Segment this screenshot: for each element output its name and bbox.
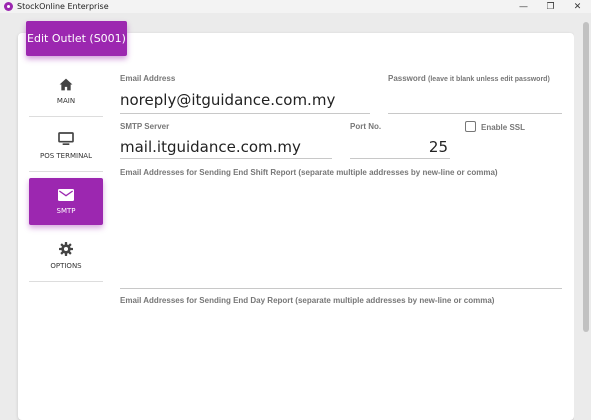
app-logo-icon — [4, 2, 13, 11]
shift-report-textarea[interactable] — [120, 180, 562, 286]
email-underline — [120, 113, 370, 114]
smtp-server-field[interactable]: mail.itguidance.com.my — [120, 138, 301, 156]
nav-divider — [29, 116, 103, 117]
smtp-server-underline — [120, 158, 332, 159]
nav-item-options[interactable]: OPTIONS — [29, 242, 103, 276]
smtp-server-label: SMTP Server — [120, 122, 170, 131]
minimize-button[interactable]: — — [510, 0, 537, 13]
nav-item-label: SMTP — [56, 206, 76, 215]
window-controls: — ❐ ✕ — [510, 0, 591, 13]
password-hint: (leave it blank unless edit password) — [428, 76, 550, 83]
nav-item-pos-terminal[interactable]: POS TERMINAL — [29, 132, 103, 166]
shift-report-underline — [120, 288, 562, 289]
port-label: Port No. — [350, 122, 382, 131]
home-icon — [59, 78, 73, 91]
port-field[interactable]: 25 — [350, 138, 448, 156]
nav-item-label: OPTIONS — [50, 262, 82, 270]
day-report-label: Email Addresses for Sending End Day Repo… — [120, 296, 495, 305]
maximize-button[interactable]: ❐ — [537, 0, 564, 13]
shift-report-label: Email Addresses for Sending End Shift Re… — [120, 168, 498, 177]
nav-item-label: POS TERMINAL — [40, 152, 92, 160]
close-button[interactable]: ✕ — [564, 0, 591, 13]
gear-icon — [59, 242, 73, 256]
day-report-textarea[interactable] — [120, 308, 562, 408]
enable-ssl-label: Enable SSL — [481, 123, 526, 132]
password-field[interactable] — [388, 91, 562, 109]
email-field[interactable]: noreply@itguidance.com.my — [120, 91, 335, 109]
title-bar: StockOnline Enterprise — ❐ ✕ — [0, 0, 591, 13]
password-label: Password (leave it blank unless edit pas… — [388, 74, 550, 83]
password-underline — [388, 113, 562, 114]
nav-item-label: MAIN — [56, 97, 76, 105]
nav-item-main[interactable]: MAIN — [29, 78, 103, 112]
nav-divider — [29, 281, 103, 282]
port-underline — [350, 158, 450, 159]
enable-ssl-checkbox[interactable] — [465, 121, 476, 132]
mail-icon — [58, 188, 74, 201]
email-label: Email Address — [120, 74, 176, 83]
window-title: StockOnline Enterprise — [17, 2, 109, 11]
nav-divider — [29, 171, 103, 172]
nav-item-smtp[interactable]: SMTP — [29, 178, 103, 225]
scrollbar-thumb[interactable] — [583, 22, 589, 332]
page-title: Edit Outlet (S001) — [26, 21, 127, 56]
monitor-icon — [58, 132, 74, 145]
